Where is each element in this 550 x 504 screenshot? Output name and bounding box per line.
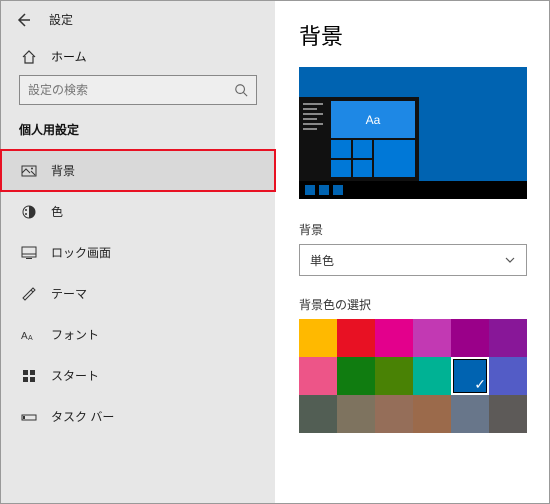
nav-icon bbox=[21, 245, 37, 261]
color-swatch[interactable] bbox=[489, 357, 527, 395]
color-swatch[interactable] bbox=[337, 357, 375, 395]
nav-item-3[interactable]: テーマ bbox=[1, 273, 275, 314]
color-swatch[interactable] bbox=[413, 319, 451, 357]
nav-label: 背景 bbox=[51, 162, 75, 179]
nav-icon: AA bbox=[21, 327, 37, 343]
back-arrow-icon[interactable] bbox=[15, 12, 31, 28]
nav-icon bbox=[21, 409, 37, 425]
color-section-label: 背景色の選択 bbox=[299, 296, 525, 313]
nav-item-6[interactable]: タスク バー bbox=[1, 396, 275, 437]
sidebar: 設定 ホーム 個人用設定 背景色ロック画面テーマ AA フォントスタートタスク バー bbox=[1, 1, 275, 503]
nav-icon bbox=[21, 286, 37, 302]
dropdown-value: 単色 bbox=[310, 252, 334, 269]
search-icon bbox=[234, 83, 248, 97]
color-swatches bbox=[299, 319, 525, 433]
home-icon bbox=[21, 49, 37, 65]
nav-icon bbox=[21, 204, 37, 220]
preview-taskbar bbox=[299, 181, 527, 199]
search-wrap bbox=[1, 75, 275, 121]
nav-list: 背景色ロック画面テーマ AA フォントスタートタスク バー bbox=[1, 150, 275, 437]
nav-icon bbox=[21, 163, 37, 179]
background-dropdown[interactable]: 単色 bbox=[299, 244, 527, 276]
nav-label: ロック画面 bbox=[51, 244, 111, 261]
preview-startmenu: Aa bbox=[299, 97, 419, 181]
nav-item-5[interactable]: スタート bbox=[1, 355, 275, 396]
color-swatch[interactable] bbox=[299, 395, 337, 433]
page-title: 背景 bbox=[299, 19, 525, 51]
home-label: ホーム bbox=[51, 48, 87, 65]
color-swatch[interactable] bbox=[299, 319, 337, 357]
home-nav[interactable]: ホーム bbox=[1, 36, 275, 75]
color-swatch[interactable] bbox=[375, 319, 413, 357]
desktop-preview: Aa bbox=[299, 67, 527, 199]
nav-item-4[interactable]: AA フォント bbox=[1, 314, 275, 355]
color-swatch[interactable] bbox=[489, 395, 527, 433]
window-title: 設定 bbox=[49, 11, 73, 28]
color-swatch[interactable] bbox=[489, 319, 527, 357]
nav-item-1[interactable]: 色 bbox=[1, 191, 275, 232]
nav-item-2[interactable]: ロック画面 bbox=[1, 232, 275, 273]
color-swatch[interactable] bbox=[451, 395, 489, 433]
nav-item-0[interactable]: 背景 bbox=[1, 150, 275, 191]
sidebar-header: 設定 bbox=[1, 1, 275, 36]
content: 背景 Aa 背景 単色 背景色の選択 bbox=[275, 1, 549, 503]
color-swatch[interactable] bbox=[413, 395, 451, 433]
color-swatch[interactable] bbox=[337, 319, 375, 357]
section-label: 個人用設定 bbox=[1, 121, 275, 150]
nav-label: タスク バー bbox=[51, 408, 114, 425]
color-swatch[interactable] bbox=[375, 357, 413, 395]
color-swatch[interactable] bbox=[299, 357, 337, 395]
color-swatch[interactable] bbox=[451, 357, 489, 395]
nav-label: スタート bbox=[51, 367, 99, 384]
preview-tile-aa: Aa bbox=[331, 101, 415, 138]
nav-label: 色 bbox=[51, 203, 63, 220]
chevron-down-icon bbox=[504, 254, 516, 266]
color-swatch[interactable] bbox=[451, 319, 489, 357]
color-swatch[interactable] bbox=[337, 395, 375, 433]
search-input[interactable] bbox=[28, 83, 234, 97]
nav-label: テーマ bbox=[51, 285, 87, 302]
svg-text:A: A bbox=[21, 331, 28, 342]
color-swatch[interactable] bbox=[375, 395, 413, 433]
background-field-label: 背景 bbox=[299, 221, 525, 238]
color-swatch[interactable] bbox=[413, 357, 451, 395]
nav-label: フォント bbox=[51, 326, 99, 343]
svg-text:A: A bbox=[28, 335, 33, 342]
nav-icon bbox=[21, 368, 37, 384]
search-box[interactable] bbox=[19, 75, 257, 105]
